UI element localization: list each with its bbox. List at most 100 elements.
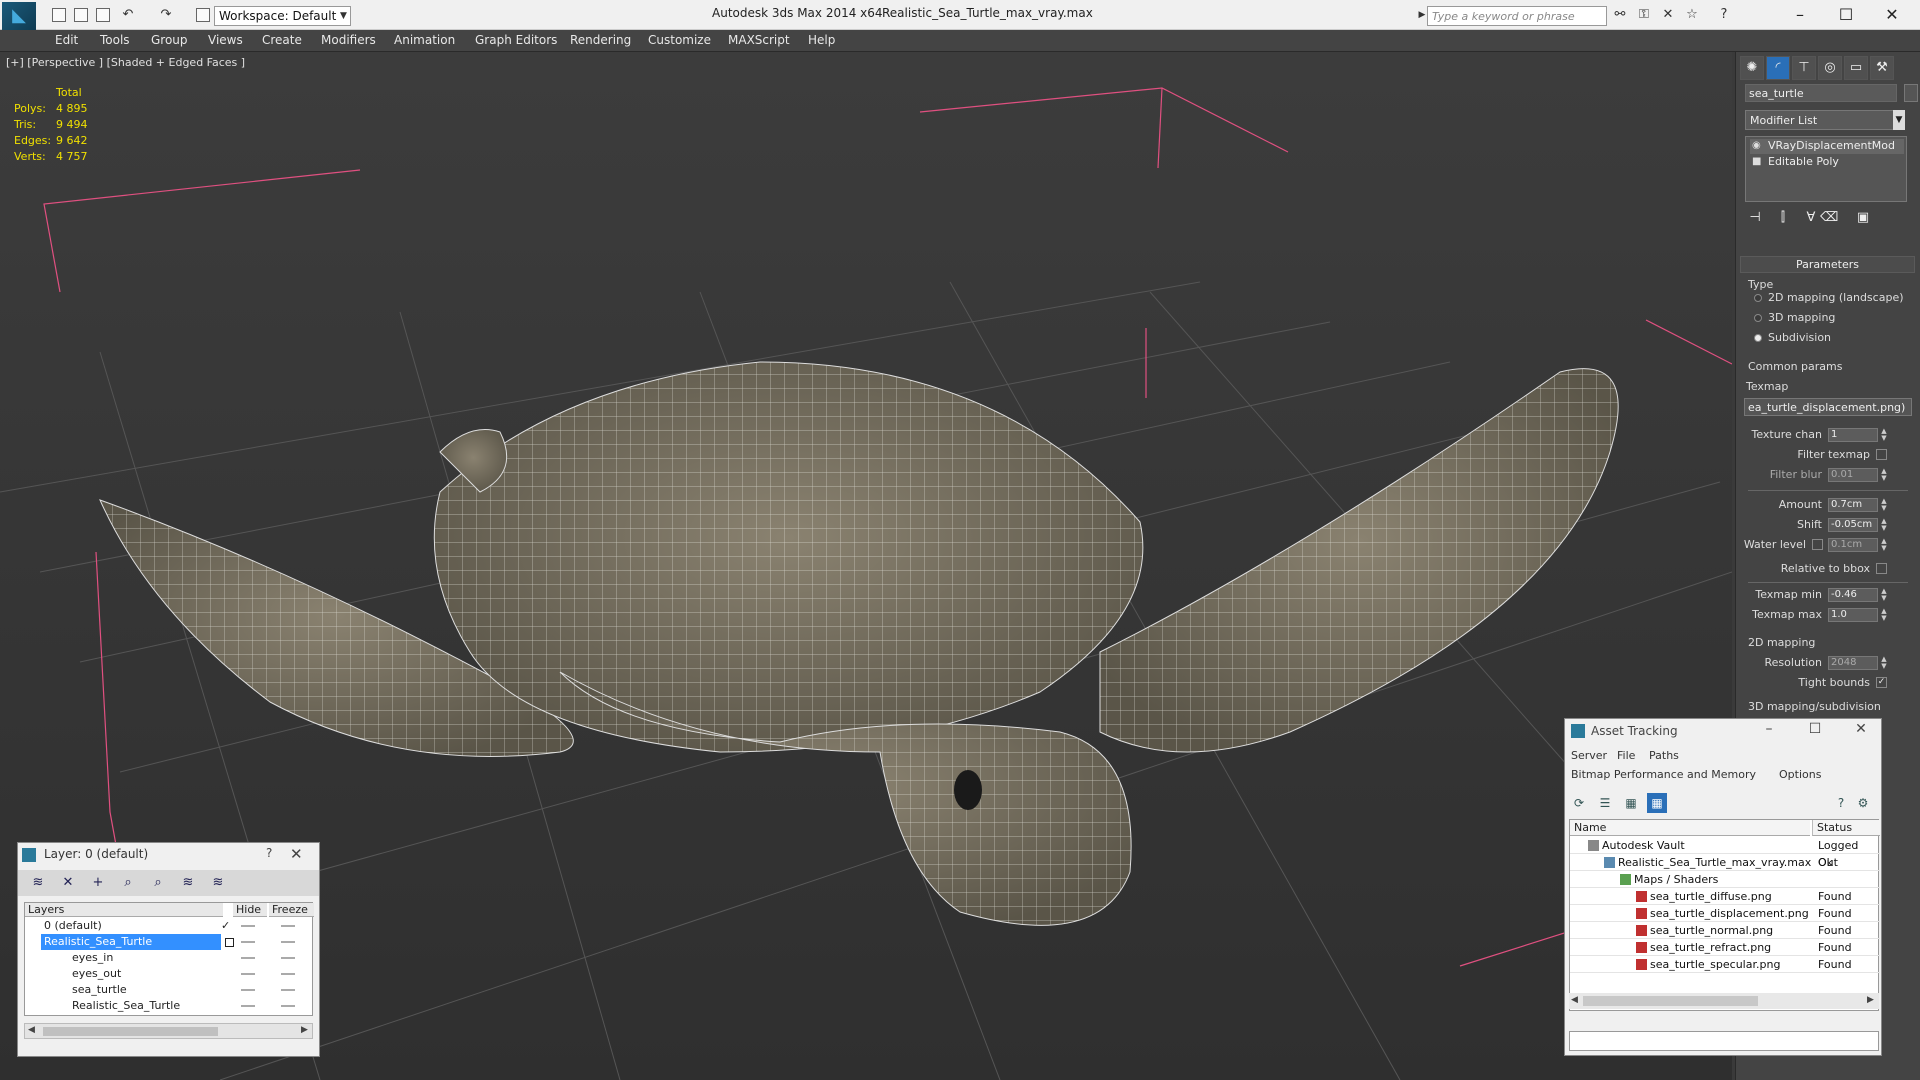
new-file-icon[interactable] [52, 8, 66, 22]
asset-row[interactable]: Autodesk Vault Logged Out [1570, 837, 1880, 869]
binoculars-icon[interactable]: ⚯ [1612, 8, 1628, 22]
freeze-toggle[interactable] [281, 973, 295, 975]
menu-file[interactable]: File [1617, 749, 1635, 762]
menu-server[interactable]: Server [1571, 749, 1607, 762]
close-icon[interactable]: ✕ [290, 845, 303, 863]
texture-chan-spinner[interactable]: 1 [1828, 428, 1878, 442]
freeze-toggle[interactable] [281, 989, 295, 991]
spinner-arrows-icon[interactable]: ▲ ▼ [1880, 428, 1888, 442]
object-name-field[interactable]: sea_turtle [1745, 84, 1897, 102]
pin-stack-icon[interactable]: ⊣ [1746, 210, 1764, 228]
horizontal-scrollbar[interactable]: ◀ ▶ [24, 1023, 313, 1039]
maximize-icon[interactable]: ☐ [1824, 3, 1868, 27]
hide-toggle[interactable] [241, 1005, 255, 1007]
help-button[interactable]: ? [266, 846, 272, 860]
remove-modifier-icon[interactable]: ⌫ [1820, 210, 1838, 228]
layer-row[interactable]: eyes_out [25, 966, 314, 982]
hierarchy-tab-icon[interactable]: ⊤ [1792, 56, 1816, 80]
stack-item-vraydisplacement[interactable]: ◉ VRayDisplacementMod [1750, 139, 1904, 154]
resolution-spinner[interactable]: 2048 [1828, 656, 1878, 670]
menu-graph-editors[interactable]: Graph Editors [475, 33, 557, 47]
asset-row[interactable]: sea_turtle_refract.png Found [1570, 939, 1880, 956]
chevron-down-icon[interactable]: ▼ [1893, 110, 1905, 130]
menu-modifiers[interactable]: Modifiers [321, 33, 376, 47]
workspace-select[interactable]: Workspace: Default [214, 6, 351, 26]
motion-tab-icon[interactable]: ◎ [1818, 56, 1842, 80]
scrollbar-thumb[interactable] [43, 1027, 218, 1036]
set-active-box[interactable] [225, 938, 234, 947]
sea-turtle-mesh[interactable] [99, 361, 1619, 926]
radio-2d-mapping[interactable] [1754, 294, 1762, 302]
menu-group[interactable]: Group [151, 33, 188, 47]
refresh-icon[interactable]: ⟳ [1569, 793, 1589, 813]
spinner-arrows-icon[interactable]: ▲ ▼ [1880, 468, 1888, 482]
thumbnail-view-icon[interactable]: ▦ [1621, 793, 1641, 813]
scroll-left-icon[interactable]: ◀ [1571, 995, 1578, 1005]
object-color-swatch[interactable] [1904, 84, 1918, 102]
parameters-rollout-header[interactable]: Parameters [1740, 256, 1915, 273]
hide-toggle[interactable] [241, 941, 255, 943]
asset-row[interactable]: sea_turtle_diffuse.png Found [1570, 888, 1880, 905]
menu-options[interactable]: Options [1779, 768, 1821, 781]
menu-customize[interactable]: Customize [648, 33, 711, 47]
make-unique-icon[interactable]: ∀ [1802, 210, 1820, 228]
spinner-arrows-icon[interactable]: ▲ ▼ [1880, 656, 1888, 670]
hide-toggle[interactable] [241, 989, 255, 991]
water-level-checkbox[interactable] [1812, 539, 1823, 550]
hide-toggle[interactable] [241, 925, 255, 927]
key-icon[interactable]: ⚿ [1636, 8, 1652, 22]
undo-icon[interactable]: ↶ [120, 8, 136, 22]
freeze-toggle[interactable] [281, 941, 295, 943]
close-icon[interactable]: ✕ [1847, 721, 1875, 741]
create-tab-icon[interactable]: ✺ [1740, 56, 1764, 80]
column-header-name[interactable]: Name [1570, 820, 1810, 836]
project-folder-icon[interactable] [196, 8, 210, 22]
scroll-left-icon[interactable]: ◀ [28, 1025, 35, 1035]
texmap-button[interactable]: ea_turtle_displacement.png) [1744, 398, 1912, 416]
bulb-icon[interactable]: ◉ [1752, 140, 1761, 151]
table-view-icon[interactable]: ▦ [1647, 793, 1667, 813]
menu-create[interactable]: Create [262, 33, 302, 47]
freeze-all-layers-icon[interactable]: ≋ [208, 874, 228, 892]
relative-bbox-checkbox[interactable] [1876, 563, 1887, 574]
minimize-icon[interactable]: – [1755, 721, 1783, 741]
spinner-arrows-icon[interactable]: ▲ ▼ [1880, 538, 1888, 552]
layer-row[interactable]: sea_turtle [25, 982, 314, 998]
menu-views[interactable]: Views [208, 33, 243, 47]
menu-paths[interactable]: Paths [1649, 749, 1679, 762]
asset-row[interactable]: Maps / Shaders [1570, 871, 1880, 888]
radio-3d-mapping[interactable] [1754, 314, 1762, 322]
layer-row[interactable]: eyes_in [25, 950, 314, 966]
star-icon[interactable]: ☆ [1684, 8, 1700, 22]
select-objects-icon[interactable]: ⌕ [118, 874, 138, 892]
column-header-layers[interactable]: Layers [25, 903, 223, 917]
spinner-arrows-icon[interactable]: ▲ ▼ [1880, 518, 1888, 532]
freeze-toggle[interactable] [281, 1005, 295, 1007]
menu-rendering[interactable]: Rendering [570, 33, 631, 47]
menu-maxscript[interactable]: MAXScript [728, 33, 790, 47]
menu-animation[interactable]: Animation [394, 33, 455, 47]
texmap-min-spinner[interactable]: -0.46 [1828, 588, 1878, 602]
spinner-arrows-icon[interactable]: ▲ ▼ [1880, 588, 1888, 602]
layer-row[interactable]: 0 (default) ✓ [25, 918, 314, 934]
scroll-right-icon[interactable]: ▶ [1867, 995, 1874, 1005]
asset-row[interactable]: sea_turtle_normal.png Found [1570, 922, 1880, 939]
highlight-layer-icon[interactable]: ⌕ [148, 874, 168, 892]
app-menu-button[interactable]: ◣ [2, 2, 36, 30]
amount-spinner[interactable]: 0.7cm [1828, 498, 1878, 512]
save-file-icon[interactable] [96, 8, 110, 22]
scroll-right-icon[interactable]: ▶ [301, 1025, 308, 1035]
help-icon[interactable]: ? [1716, 8, 1732, 22]
maximize-icon[interactable]: ☐ [1801, 721, 1829, 741]
shift-spinner[interactable]: -0.05cm [1828, 518, 1878, 532]
radio-subdivision[interactable] [1754, 334, 1762, 342]
water-level-spinner[interactable]: 0.1cm [1828, 538, 1878, 552]
stack-item-editable-poly[interactable]: ■ Editable Poly [1750, 155, 1904, 170]
freeze-toggle[interactable] [281, 957, 295, 959]
layer-row[interactable]: Realistic_Sea_Turtle [25, 934, 314, 950]
hide-toggle[interactable] [241, 957, 255, 959]
scrollbar-thumb[interactable] [1583, 996, 1758, 1006]
spinner-arrows-icon[interactable]: ▲ ▼ [1880, 498, 1888, 512]
modifier-list-dropdown[interactable]: Modifier List [1745, 110, 1905, 130]
texmap-max-spinner[interactable]: 1.0 [1828, 608, 1878, 622]
